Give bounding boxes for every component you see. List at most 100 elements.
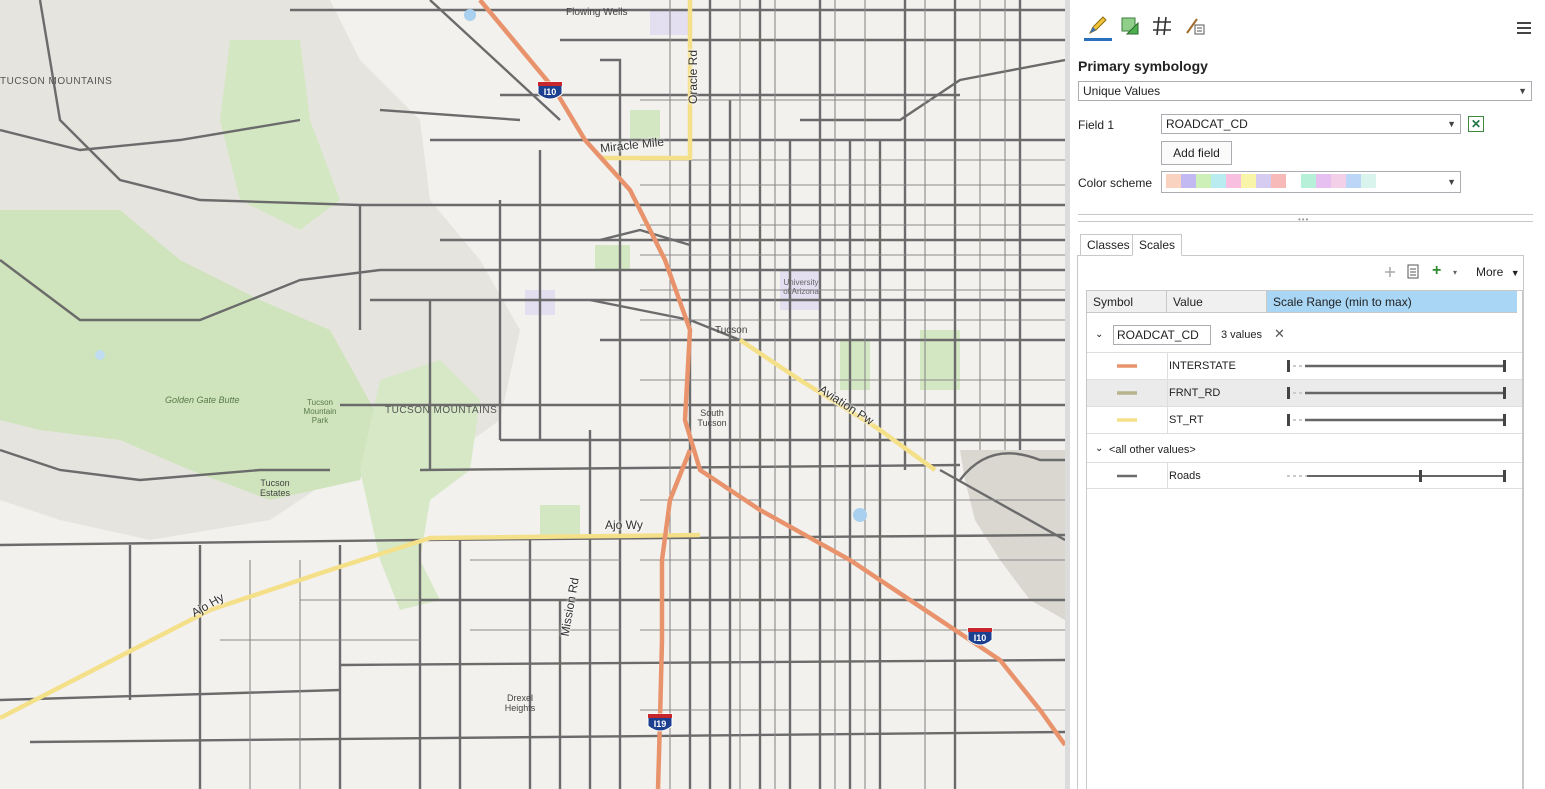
scale-range-slider[interactable] [1277,353,1517,379]
scales-grid: Symbol Value Scale Range (min to max) ⌄ … [1086,290,1523,789]
table-options-svg [1407,264,1419,279]
tab-scales[interactable]: Scales [1132,234,1183,256]
other-values-header-row: ⌄ <all other values> [1087,437,1522,463]
tab-symbol-layer-drawing[interactable] [1148,12,1176,40]
field1-value: ROADCAT_CD [1166,117,1248,131]
tucson-mountains-label-2: TUCSON MOUNTAINS [385,405,498,416]
symbology-pane: Primary symbology Unique Values ▼ Field … [1070,0,1545,789]
field1-dropdown[interactable]: ROADCAT_CD ▼ [1161,114,1461,134]
add-icon[interactable]: + [1432,262,1441,280]
scale-slider-svg [1287,470,1506,482]
tab-primary-symbology[interactable] [1084,12,1112,41]
color-scheme-label: Color scheme [1078,176,1153,190]
tucson-estates-label: Tucson Estates [259,478,290,498]
color-swatch [1346,174,1361,188]
color-swatch [1166,174,1181,188]
group-value-count: 3 values [1221,329,1262,341]
line-symbol-icon [1117,418,1137,422]
university-of-arizona-label: University of Arizona [783,278,819,296]
close-icon[interactable]: ✕ [1274,326,1285,342]
table-row[interactable]: ST_RT [1087,407,1522,434]
group-field-input[interactable]: ROADCAT_CD [1113,325,1211,345]
tucson-mountain-park-label: Tucson Mountain Park [303,398,337,425]
group-header-row: ⌄ ROADCAT_CD 3 values ✕ [1087,319,1522,353]
i19-label: I19 [653,719,667,729]
chevron-down-icon: ▼ [1447,177,1456,187]
color-swatch [1271,174,1286,188]
symbol-cell[interactable] [1087,353,1168,379]
table-row[interactable]: FRNT_RD [1087,380,1522,407]
scale-slider-svg [1287,387,1506,399]
value-cell: ST_RT [1169,414,1204,426]
table-options-icon[interactable] [1406,263,1422,281]
menu-icon[interactable] [1517,22,1531,37]
tab-advanced-symbology[interactable] [1180,12,1208,40]
chevron-down-icon: ▼ [1447,119,1456,129]
map-view[interactable]: I10 I10 I19 Miracle Mile Oracle Rd Aviat… [0,0,1065,789]
layer-symbol-icon [1121,17,1139,35]
chevron-down-icon[interactable]: ⌄ [1095,443,1103,454]
i10-north-label: I10 [543,87,557,97]
ajo-wy-label: Ajo Wy [605,518,643,532]
column-header-symbol[interactable]: Symbol [1087,291,1167,313]
more-label: More [1476,265,1504,279]
interstate-routes [478,0,1065,789]
symbol-cell[interactable] [1087,463,1168,488]
oracle-rd-label: Oracle Rd [686,49,701,105]
color-swatch [1286,174,1301,188]
scale-range-slider[interactable] [1277,380,1517,406]
water-feature [853,508,867,522]
drawing-order-icon [1153,16,1171,36]
sql-expression-icon[interactable]: ✕ [1468,116,1484,132]
chevron-down-icon[interactable]: ▾ [1453,268,1457,277]
scale-range-slider[interactable] [1277,407,1517,433]
color-swatch [1331,174,1346,188]
symbology-method-dropdown[interactable]: Unique Values ▼ [1078,81,1532,101]
color-swatch [1241,174,1256,188]
color-scheme-ramp [1166,172,1460,188]
water-feature [464,9,476,21]
interstate-shields [537,81,993,732]
grip-handle-icon[interactable]: ••• [1298,215,1309,224]
value-cell: INTERSTATE [1169,360,1236,372]
park-el-rio [595,245,630,270]
reorder-icon[interactable] [1382,264,1398,280]
add-field-button[interactable]: Add field [1161,141,1232,165]
advanced-settings-icon [1186,18,1205,35]
color-swatch [1211,174,1226,188]
more-menu-button[interactable]: More ▼ [1476,265,1520,279]
south-tucson-label: South Tucson [697,408,727,428]
flowing-wells-label: Flowing Wells [566,7,628,18]
scale-range-slider[interactable] [1277,463,1517,489]
scale-slider-svg [1287,414,1506,426]
i10-south-label: I10 [973,633,987,643]
color-swatch [1196,174,1211,188]
line-symbol-icon [1117,474,1137,478]
column-header-value[interactable]: Value [1167,291,1267,313]
scale-slider-svg [1287,360,1506,372]
tab-vary-symbology[interactable] [1116,12,1144,40]
table-row[interactable]: Roads [1087,463,1522,489]
symbology-method-value: Unique Values [1083,84,1161,98]
color-swatch [1181,174,1196,188]
color-swatch [1226,174,1241,188]
color-swatch [1361,174,1376,188]
column-header-scale-range[interactable]: Scale Range (min to max) [1267,291,1517,313]
water-feature [95,350,105,360]
drexel-heights-label: Drexel Heights [504,693,536,713]
table-row[interactable]: INTERSTATE [1087,353,1522,380]
color-scheme-dropdown[interactable]: ▼ [1161,171,1461,193]
line-symbol-icon [1117,364,1137,368]
chevron-down-icon[interactable]: ⌄ [1095,329,1103,340]
tucson-mountains-label-1: TUCSON MOUNTAINS [0,76,113,87]
section-divider [1078,221,1533,222]
tab-classes[interactable]: Classes [1080,234,1137,256]
field1-label: Field 1 [1078,118,1115,132]
map-canvas[interactable] [0,0,1065,789]
color-swatch [1301,174,1316,188]
tucson-label: Tucson [715,325,748,336]
symbol-cell[interactable] [1087,407,1168,433]
park-kennedy [540,505,580,535]
reorder-svg [1385,267,1395,277]
symbol-cell[interactable] [1087,380,1168,406]
